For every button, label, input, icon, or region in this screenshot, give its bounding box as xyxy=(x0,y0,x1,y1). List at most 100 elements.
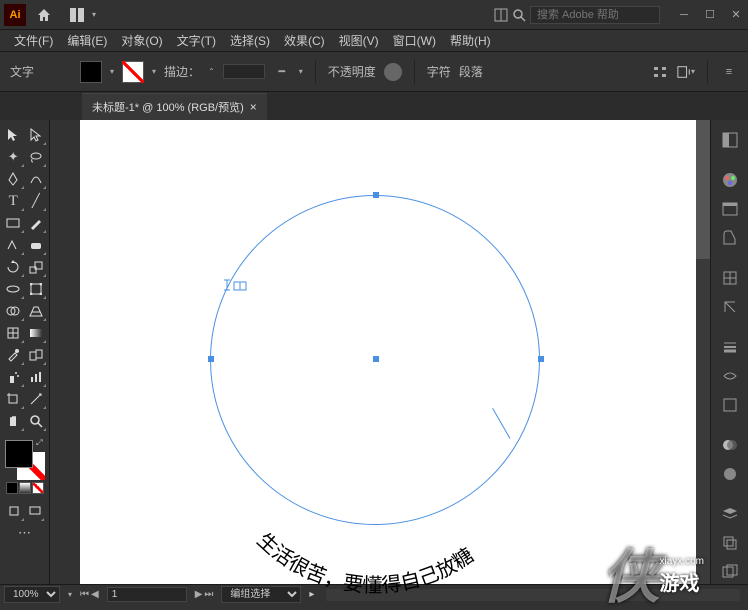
width-tool[interactable] xyxy=(2,278,25,300)
scale-tool[interactable] xyxy=(25,256,48,278)
menu-effect[interactable]: 效果(C) xyxy=(278,30,331,51)
first-artboard-button[interactable]: ⏮ xyxy=(80,589,89,600)
search-input[interactable] xyxy=(530,6,660,24)
panel-menu-icon[interactable]: ≡ xyxy=(720,63,738,81)
direct-selection-tool[interactable] xyxy=(25,124,48,146)
blend-tool[interactable] xyxy=(25,344,48,366)
close-button[interactable]: ✕ xyxy=(728,7,744,23)
paragraph-link[interactable]: 段落 xyxy=(459,63,483,80)
eraser-tool[interactable] xyxy=(25,234,48,256)
zoom-tool[interactable] xyxy=(25,410,48,432)
stroke-weight-stepper[interactable]: ⌃ xyxy=(208,67,215,76)
document-tab[interactable]: 未标题-1* @ 100% (RGB/预览) × xyxy=(82,93,267,120)
menu-object[interactable]: 对象(O) xyxy=(115,30,168,51)
rotate-tool[interactable] xyxy=(2,256,25,278)
color-panel-icon[interactable] xyxy=(716,168,744,193)
color-mode-icon[interactable] xyxy=(6,482,18,494)
transform-icon[interactable]: ▾ xyxy=(677,63,695,81)
symbols-panel-icon[interactable] xyxy=(716,295,744,320)
graph-tool[interactable] xyxy=(25,366,48,388)
zoom-select[interactable]: 100% xyxy=(4,586,60,603)
artboards-panel-icon[interactable] xyxy=(716,559,744,584)
search-icon xyxy=(512,8,526,22)
fill-stroke-control[interactable]: ⤢ xyxy=(5,440,45,480)
stroke-swatch[interactable] xyxy=(122,61,144,83)
stroke-panel-icon[interactable] xyxy=(716,335,744,360)
home-icon[interactable] xyxy=(34,5,54,25)
arrange-docs-icon[interactable] xyxy=(494,8,508,22)
none-mode-icon[interactable] xyxy=(32,482,44,494)
menu-help[interactable]: 帮助(H) xyxy=(444,30,497,51)
line-tool[interactable]: ╱ xyxy=(25,190,48,212)
type-tool[interactable]: T xyxy=(2,190,25,212)
next-artboard-button[interactable]: ▶ xyxy=(195,589,203,600)
asset-export-panel-icon[interactable] xyxy=(716,530,744,555)
eyedropper-tool[interactable] xyxy=(2,344,25,366)
slice-tool[interactable] xyxy=(25,388,48,410)
swap-fill-stroke-icon[interactable]: ⤢ xyxy=(36,438,42,448)
menu-window[interactable]: 窗口(W) xyxy=(387,30,442,51)
menubar: 文件(F) 编辑(E) 对象(O) 文字(T) 选择(S) 效果(C) 视图(V… xyxy=(0,30,748,52)
artboard-tool[interactable] xyxy=(2,388,25,410)
free-transform-tool[interactable] xyxy=(25,278,48,300)
mesh-tool[interactable] xyxy=(2,322,25,344)
gradient-mode-icon[interactable] xyxy=(19,482,31,494)
context-label: 文字 xyxy=(10,63,34,80)
vstroke-icon[interactable]: ━ xyxy=(273,63,291,81)
svg-text:生活很苦，要懂得自己放糖: 生活很苦，要懂得自己放糖 xyxy=(252,528,477,597)
magic-wand-tool[interactable]: ✦ xyxy=(2,146,25,168)
toolbox: ✦ T╱ ⤢ ⋯ xyxy=(0,120,50,584)
shape-builder-tool[interactable] xyxy=(2,300,25,322)
artboard-input[interactable] xyxy=(107,587,187,602)
gradient-tool[interactable] xyxy=(25,322,48,344)
path-text[interactable]: 生活很苦，要懂得自己放糖 xyxy=(210,272,540,602)
curvature-tool[interactable] xyxy=(25,168,48,190)
libraries-panel-icon[interactable] xyxy=(716,197,744,222)
menu-select[interactable]: 选择(S) xyxy=(224,30,276,51)
minimize-button[interactable]: ─ xyxy=(676,7,692,23)
lasso-tool[interactable] xyxy=(25,146,48,168)
hand-tool[interactable] xyxy=(2,410,25,432)
rectangle-tool[interactable] xyxy=(2,212,25,234)
transparency-panel-icon[interactable] xyxy=(716,432,744,457)
fill-swatch[interactable] xyxy=(80,61,102,83)
maximize-button[interactable]: ☐ xyxy=(702,7,718,23)
opacity-label[interactable]: 不透明度 xyxy=(328,63,376,80)
pen-tool[interactable] xyxy=(2,168,25,190)
document-tab-title: 未标题-1* @ 100% (RGB/预览) xyxy=(92,99,244,115)
menu-type[interactable]: 文字(T) xyxy=(171,30,222,51)
menu-file[interactable]: 文件(F) xyxy=(8,30,59,51)
edit-toolbar-icon[interactable]: ⋯ xyxy=(4,522,45,544)
control-bar: 文字 ▾ ▾ 描边： ⌃ ━▾ 不透明度 字符 段落 ▾ ≡ xyxy=(0,52,748,92)
character-link[interactable]: 字符 xyxy=(427,63,451,80)
paintbrush-tool[interactable] xyxy=(25,212,48,234)
layers-panel-icon[interactable] xyxy=(716,501,744,526)
screen-mode-icon[interactable] xyxy=(25,500,46,522)
appearance-panel-icon[interactable] xyxy=(716,461,744,486)
symbol-sprayer-tool[interactable] xyxy=(2,366,25,388)
perspective-tool[interactable] xyxy=(25,300,48,322)
vertical-scrollbar[interactable] xyxy=(696,120,710,584)
anchor-point[interactable] xyxy=(373,192,379,198)
selection-tool[interactable] xyxy=(2,124,25,146)
layout-switcher[interactable]: ▾ xyxy=(70,8,96,22)
style-button[interactable] xyxy=(384,63,402,81)
canvas[interactable]: 生活很苦，要懂得自己放糖 xyxy=(80,120,696,584)
tab-close-button[interactable]: × xyxy=(250,100,257,114)
stroke-label: 描边： xyxy=(164,63,200,80)
panel-dock xyxy=(710,120,748,584)
align-icon[interactable] xyxy=(651,63,669,81)
prev-artboard-button[interactable]: ◀ xyxy=(91,589,99,600)
menu-edit[interactable]: 编辑(E) xyxy=(61,30,113,51)
shaper-tool[interactable] xyxy=(2,234,25,256)
stroke-weight-input[interactable] xyxy=(223,64,265,79)
fill-color[interactable] xyxy=(5,440,33,468)
gradient-panel-icon[interactable] xyxy=(716,364,744,389)
swatches-panel-icon[interactable] xyxy=(716,226,744,251)
draw-mode-icon[interactable] xyxy=(4,500,25,522)
app-icon: Ai xyxy=(4,4,26,26)
brushes-panel-icon[interactable] xyxy=(716,266,744,291)
align-panel-icon[interactable] xyxy=(716,392,744,417)
menu-view[interactable]: 视图(V) xyxy=(333,30,385,51)
properties-panel-icon[interactable] xyxy=(716,128,744,153)
